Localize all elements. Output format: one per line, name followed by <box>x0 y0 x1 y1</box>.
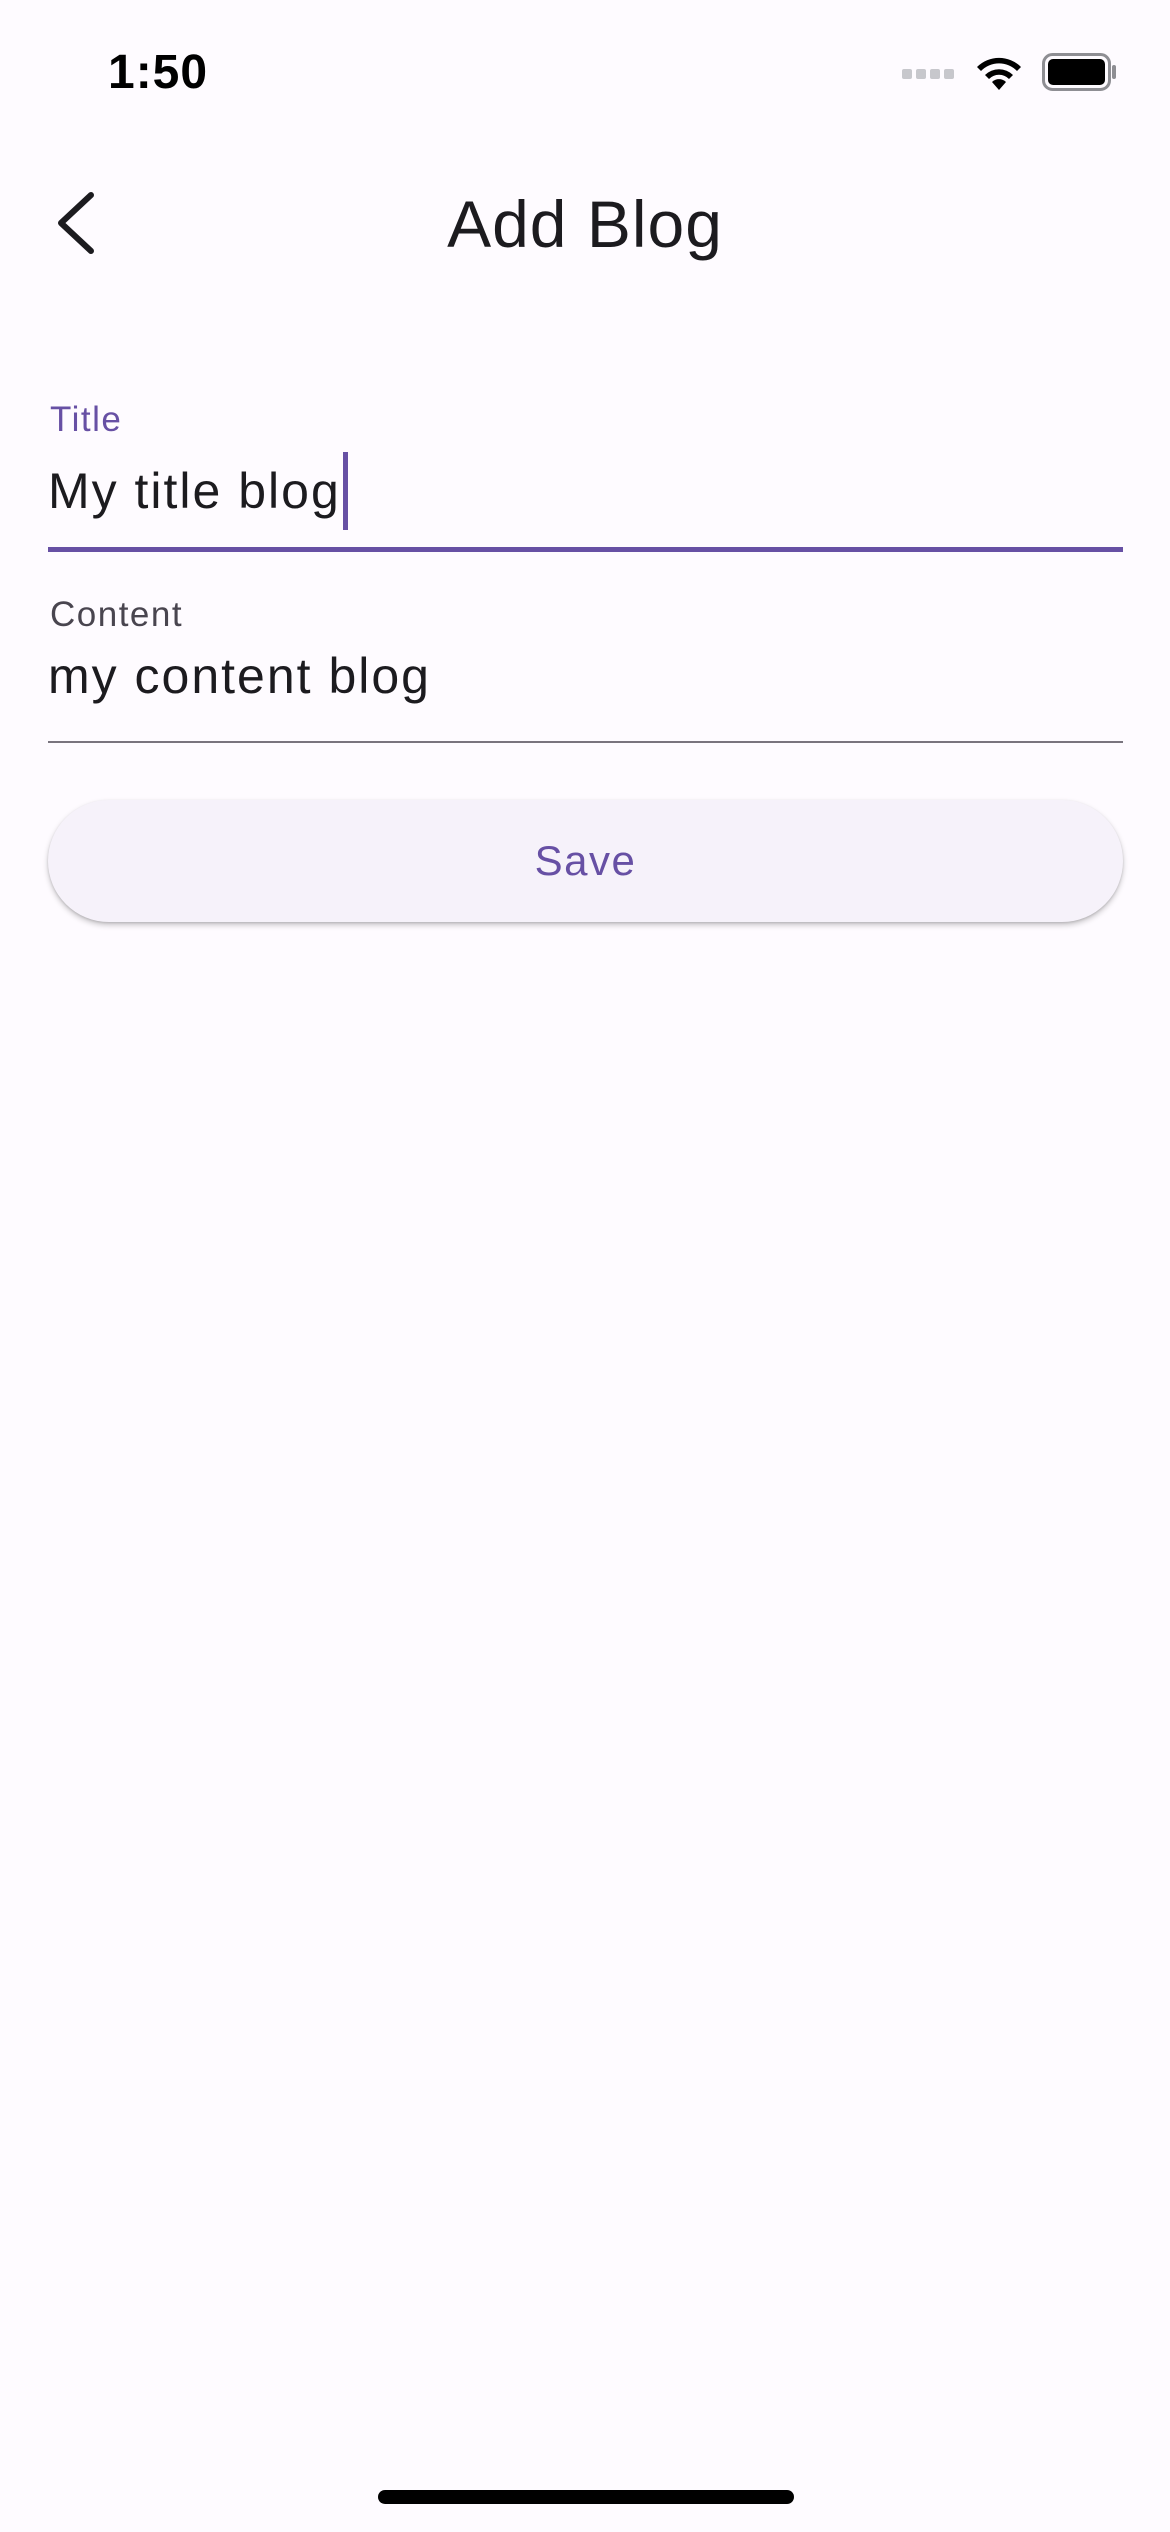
title-field-underline <box>48 547 1123 552</box>
save-button[interactable]: Save <box>48 800 1123 922</box>
battery-icon <box>1042 52 1118 96</box>
wifi-icon <box>974 52 1024 97</box>
content-input-value: my content blog <box>48 648 431 704</box>
app-bar: Add Blog <box>0 170 1170 280</box>
content-field-underline <box>48 741 1123 743</box>
cellular-signal-icon <box>902 65 956 84</box>
title-field-label: Title <box>50 400 123 439</box>
title-input-value: My title blog <box>48 463 341 519</box>
status-icons <box>902 52 1118 96</box>
content-field-label: Content <box>50 595 184 634</box>
home-indicator[interactable] <box>378 2490 794 2504</box>
content-input[interactable]: my content blog <box>48 647 431 705</box>
content-field[interactable]: Content my content blog <box>48 585 1123 743</box>
title-input[interactable]: My title blog <box>48 452 348 530</box>
text-cursor <box>342 452 348 530</box>
save-button-label: Save <box>534 837 637 884</box>
status-bar: 1:50 <box>0 0 1170 140</box>
status-time: 1:50 <box>108 46 209 99</box>
page-title: Add Blog <box>447 187 723 261</box>
title-field[interactable]: Title My title blog <box>48 390 1123 552</box>
